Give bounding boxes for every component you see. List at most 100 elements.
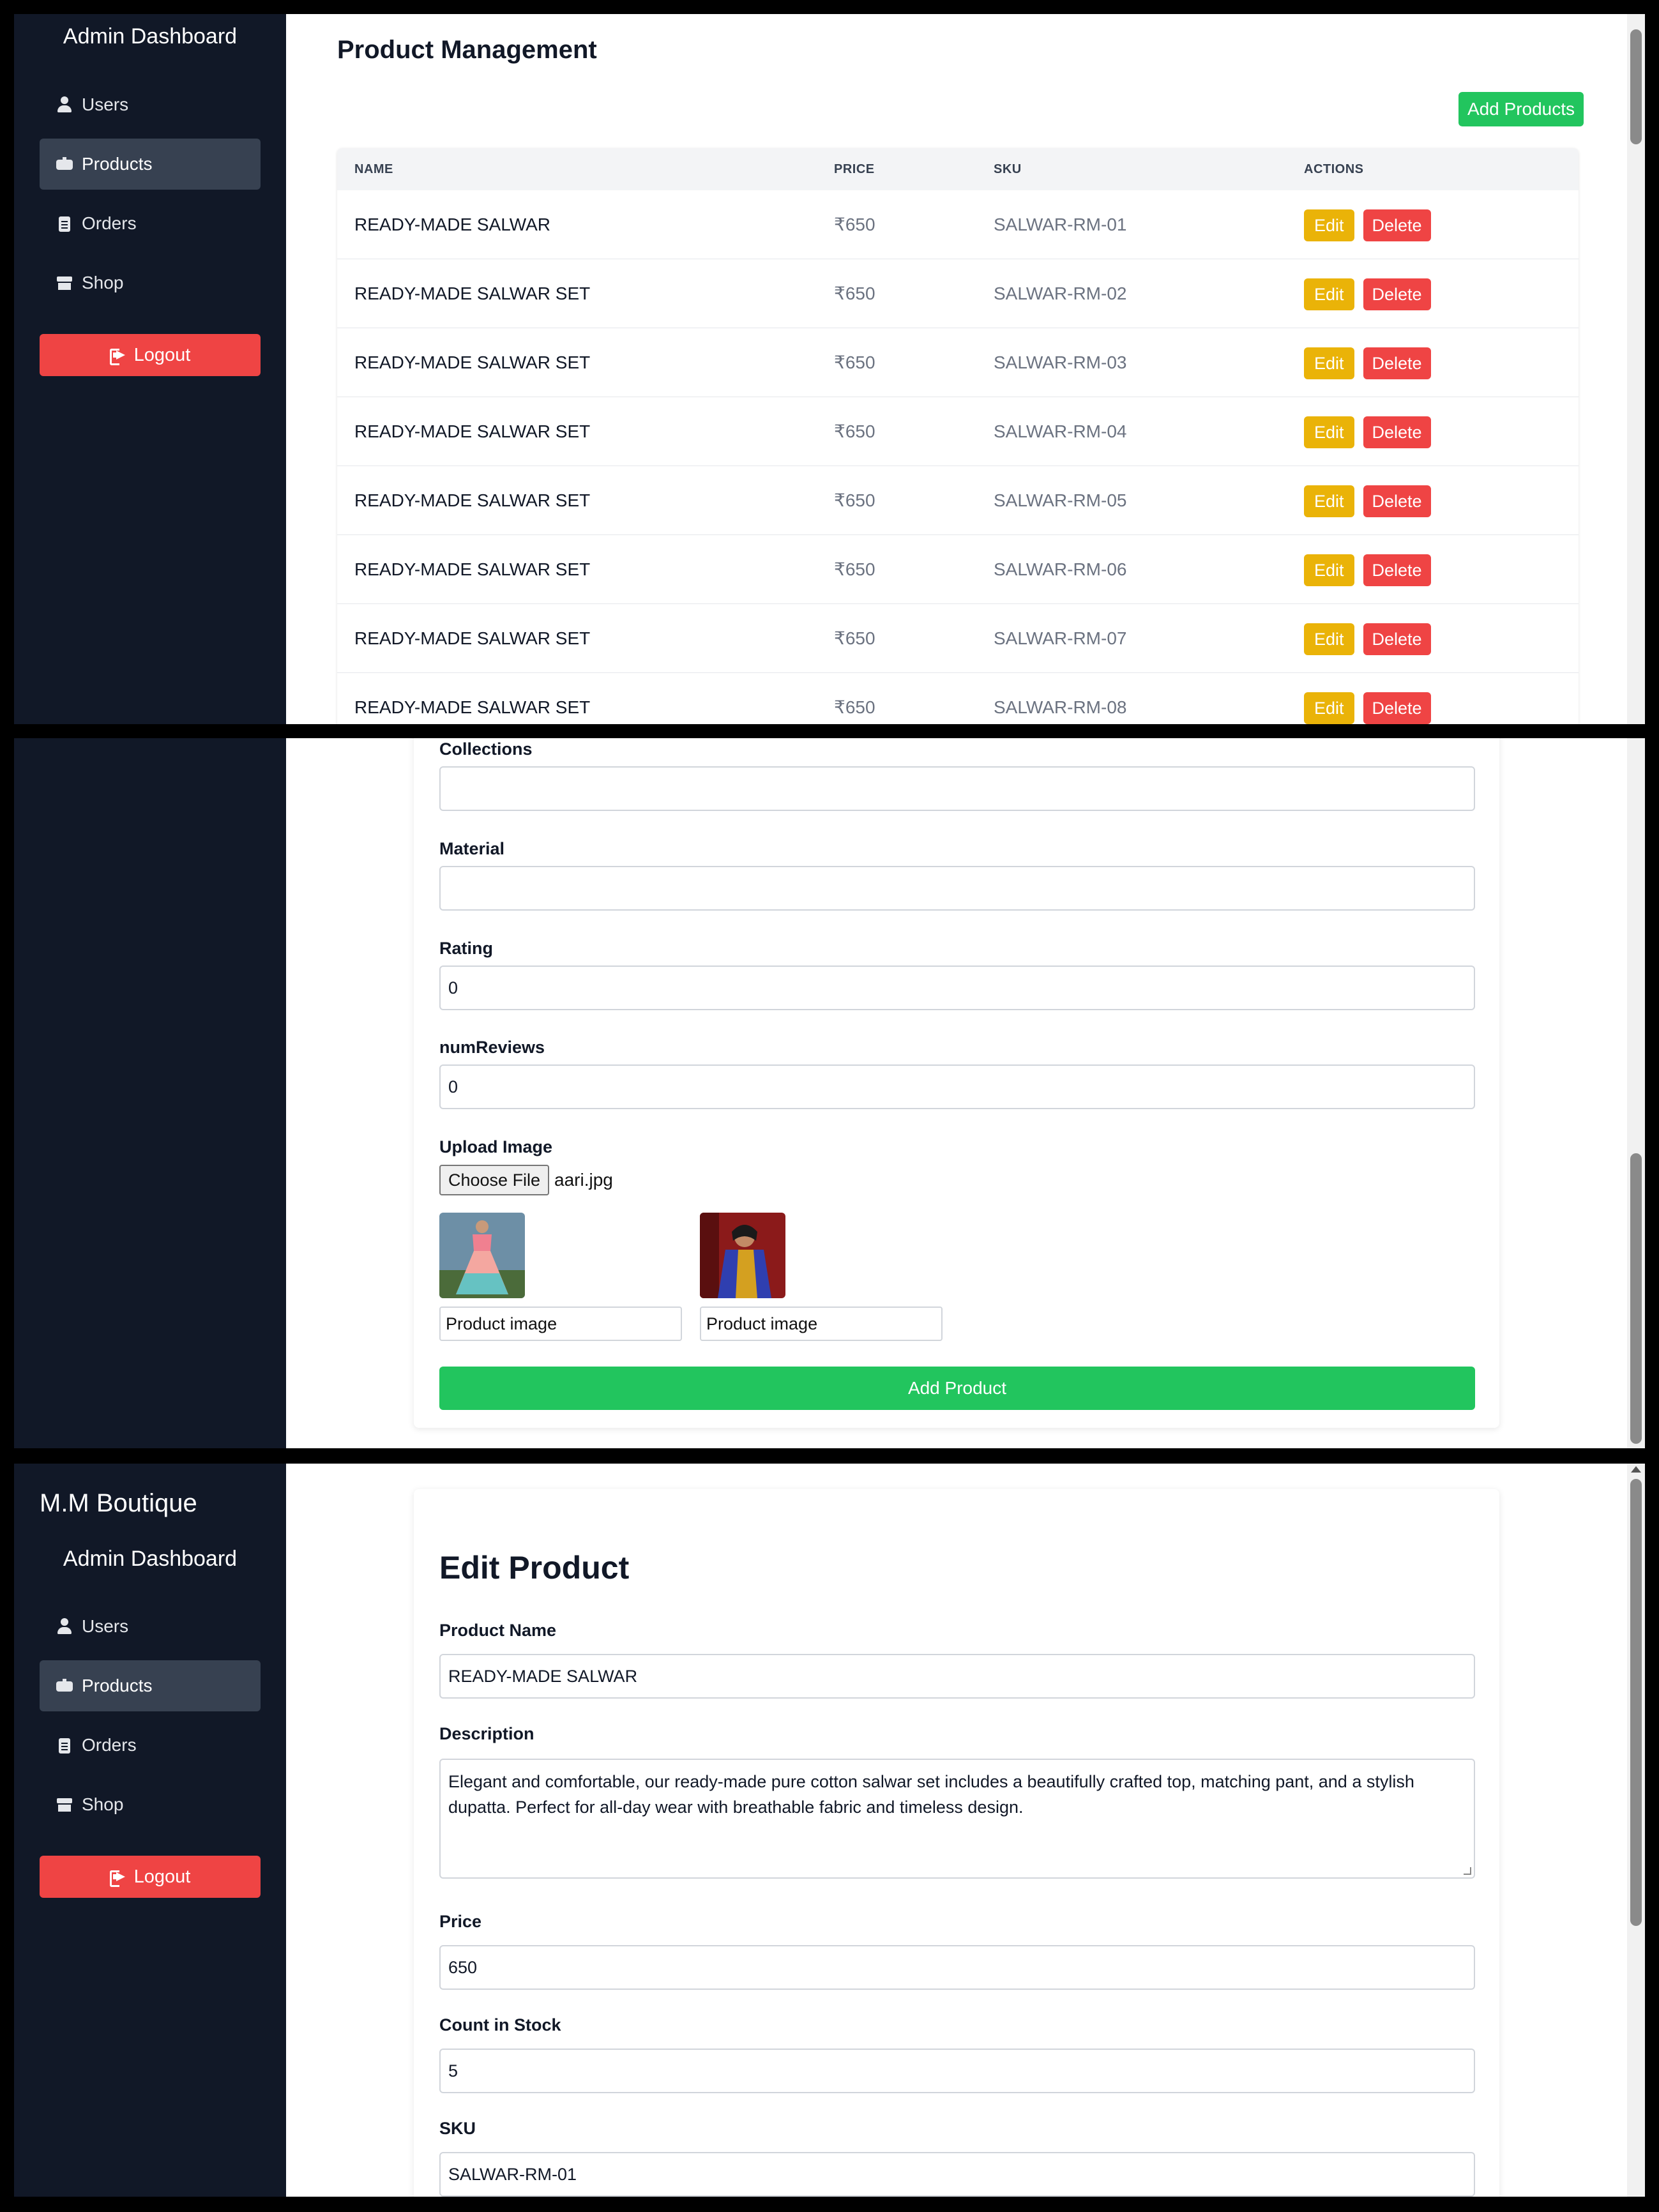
sidebar-item-shop[interactable]: Shop — [40, 1779, 261, 1830]
sidebar-item-orders[interactable]: Orders — [40, 1720, 261, 1771]
rating-input[interactable]: 0 — [439, 966, 1475, 1010]
delete-button[interactable]: Delete — [1363, 278, 1431, 310]
column-header-sku: SKU — [994, 162, 1022, 176]
add-products-button[interactable]: Add Products — [1458, 92, 1584, 126]
product-name-cell: READY-MADE SALWAR SET — [354, 421, 591, 441]
edit-button[interactable]: Edit — [1304, 485, 1354, 517]
scroll-up-arrow-icon[interactable] — [1631, 1466, 1641, 1473]
sidebar-item-products[interactable]: Products — [40, 139, 261, 190]
price-input[interactable]: 650 — [439, 1945, 1475, 1990]
table-row: READY-MADE SALWAR SET ₹650 SALWAR-RM-03 Edi… — [337, 328, 1579, 397]
edit-button[interactable]: Edit — [1304, 692, 1354, 724]
edit-button[interactable]: Edit — [1304, 209, 1354, 241]
row-actions: Edit Delete — [1304, 347, 1431, 379]
add-product-view: Collections Material Rating 0 numReviews… — [14, 738, 1645, 1448]
delete-button[interactable]: Delete — [1363, 554, 1431, 586]
product-price-cell: ₹650 — [834, 697, 875, 717]
sidebar-item-shop[interactable]: Shop — [40, 257, 261, 308]
product-name-cell: READY-MADE SALWAR SET — [354, 284, 591, 303]
store-icon — [56, 275, 73, 291]
column-header-name: NAME — [354, 162, 393, 176]
sidebar — [14, 738, 286, 1448]
edit-button[interactable]: Edit — [1304, 623, 1354, 655]
scrollbar-thumb[interactable] — [1630, 29, 1642, 144]
sidebar-item-users[interactable]: Users — [40, 79, 261, 130]
logout-button[interactable]: Logout — [40, 334, 261, 376]
delete-button[interactable]: Delete — [1363, 209, 1431, 241]
box-icon — [56, 1678, 73, 1694]
scrollbar-thumb[interactable] — [1630, 1479, 1642, 1926]
table-row: READY-MADE SALWAR SET ₹650 SALWAR-RM-02 Edi… — [337, 259, 1579, 328]
row-actions: Edit Delete — [1304, 692, 1431, 724]
stock-input[interactable]: 5 — [439, 2049, 1475, 2093]
table-header: NAME PRICE SKU ACTIONS — [337, 148, 1579, 190]
logout-button[interactable]: Logout — [40, 1856, 261, 1898]
sidebar-item-label: Orders — [82, 1735, 137, 1755]
product-image-thumbnail — [439, 1213, 525, 1298]
sidebar-item-orders[interactable]: Orders — [40, 198, 261, 249]
product-name-input[interactable]: READY-MADE SALWAR — [439, 1654, 1475, 1699]
add-product-button[interactable]: Add Product — [439, 1367, 1475, 1410]
product-sku-cell: SALWAR-RM-02 — [994, 284, 1127, 303]
product-price-cell: ₹650 — [834, 490, 875, 510]
clipboard-icon — [56, 215, 73, 232]
product-management-view: Admin Dashboard Users Products Orders Sh… — [14, 14, 1645, 724]
sku-label: SKU — [439, 2119, 476, 2138]
table-row: READY-MADE SALWAR SET ₹650 SALWAR-RM-08 Edi… — [337, 673, 1579, 724]
scrollbar[interactable] — [1627, 14, 1645, 724]
store-icon — [56, 1796, 73, 1813]
product-sku-cell: SALWAR-RM-07 — [994, 628, 1127, 648]
collections-input[interactable] — [439, 766, 1475, 811]
price-label: Price — [439, 1912, 482, 1931]
image-alt-input[interactable]: Product image — [700, 1307, 943, 1341]
delete-button[interactable]: Delete — [1363, 623, 1431, 655]
material-input[interactable] — [439, 866, 1475, 911]
scrollbar-thumb[interactable] — [1630, 1153, 1642, 1444]
delete-button[interactable]: Delete — [1363, 485, 1431, 517]
edit-button[interactable]: Edit — [1304, 347, 1354, 379]
column-header-price: PRICE — [834, 162, 875, 176]
table-row: READY-MADE SALWAR SET ₹650 SALWAR-RM-04 Edi… — [337, 397, 1579, 466]
description-textarea[interactable]: Elegant and comfortable, our ready-made … — [439, 1759, 1475, 1879]
clipboard-icon — [56, 1737, 73, 1754]
user-icon — [56, 1618, 73, 1635]
delete-button[interactable]: Delete — [1363, 347, 1431, 379]
row-actions: Edit Delete — [1304, 623, 1431, 655]
sku-input[interactable]: SALWAR-RM-01 — [439, 2152, 1475, 2197]
page-title: Product Management — [337, 36, 597, 64]
scrollbar[interactable] — [1627, 738, 1645, 1448]
delete-button[interactable]: Delete — [1363, 416, 1431, 448]
sidebar-item-label: Orders — [82, 213, 137, 233]
box-icon — [56, 156, 73, 172]
product-sku-cell: SALWAR-RM-05 — [994, 490, 1127, 510]
row-actions: Edit Delete — [1304, 485, 1431, 517]
delete-button[interactable]: Delete — [1363, 692, 1431, 724]
sidebar-item-label: Products — [82, 154, 153, 174]
sidebar-item-label: Users — [82, 1616, 129, 1636]
table-row: READY-MADE SALWAR SET ₹650 SALWAR-RM-06 Edi… — [337, 535, 1579, 604]
page-title: Edit Product — [439, 1550, 630, 1586]
choose-file-button[interactable]: Choose File — [439, 1165, 550, 1195]
table-row: READY-MADE SALWAR SET ₹650 SALWAR-RM-05 Edi… — [337, 466, 1579, 535]
upload-image-label: Upload Image — [439, 1137, 553, 1156]
table-row: READY-MADE SALWAR ₹650 SALWAR-RM-01 Edit Del… — [337, 190, 1579, 259]
edit-button[interactable]: Edit — [1304, 416, 1354, 448]
resize-handle-icon[interactable] — [1464, 1867, 1471, 1875]
sidebar: M.M Boutique Admin Dashboard Users Produ… — [14, 1464, 286, 2197]
selected-file-name: aari.jpg — [554, 1170, 613, 1190]
product-price-cell: ₹650 — [834, 215, 875, 234]
edit-button[interactable]: Edit — [1304, 278, 1354, 310]
sidebar-item-products[interactable]: Products — [40, 1660, 261, 1711]
numreviews-input[interactable]: 0 — [439, 1064, 1475, 1109]
edit-button[interactable]: Edit — [1304, 554, 1354, 586]
row-actions: Edit Delete — [1304, 278, 1431, 310]
product-name-label: Product Name — [439, 1621, 557, 1640]
sidebar-item-users[interactable]: Users — [40, 1601, 261, 1652]
scrollbar[interactable] — [1627, 1464, 1645, 2197]
main-content: Collections Material Rating 0 numReviews… — [286, 738, 1627, 1448]
image-alt-input[interactable]: Product image — [439, 1307, 682, 1341]
product-price-cell: ₹650 — [834, 352, 875, 372]
description-label: Description — [439, 1724, 534, 1743]
edit-product-view: M.M Boutique Admin Dashboard Users Produ… — [14, 1464, 1645, 2197]
main-content: Product Management Add Products NAME PRI… — [286, 14, 1627, 724]
